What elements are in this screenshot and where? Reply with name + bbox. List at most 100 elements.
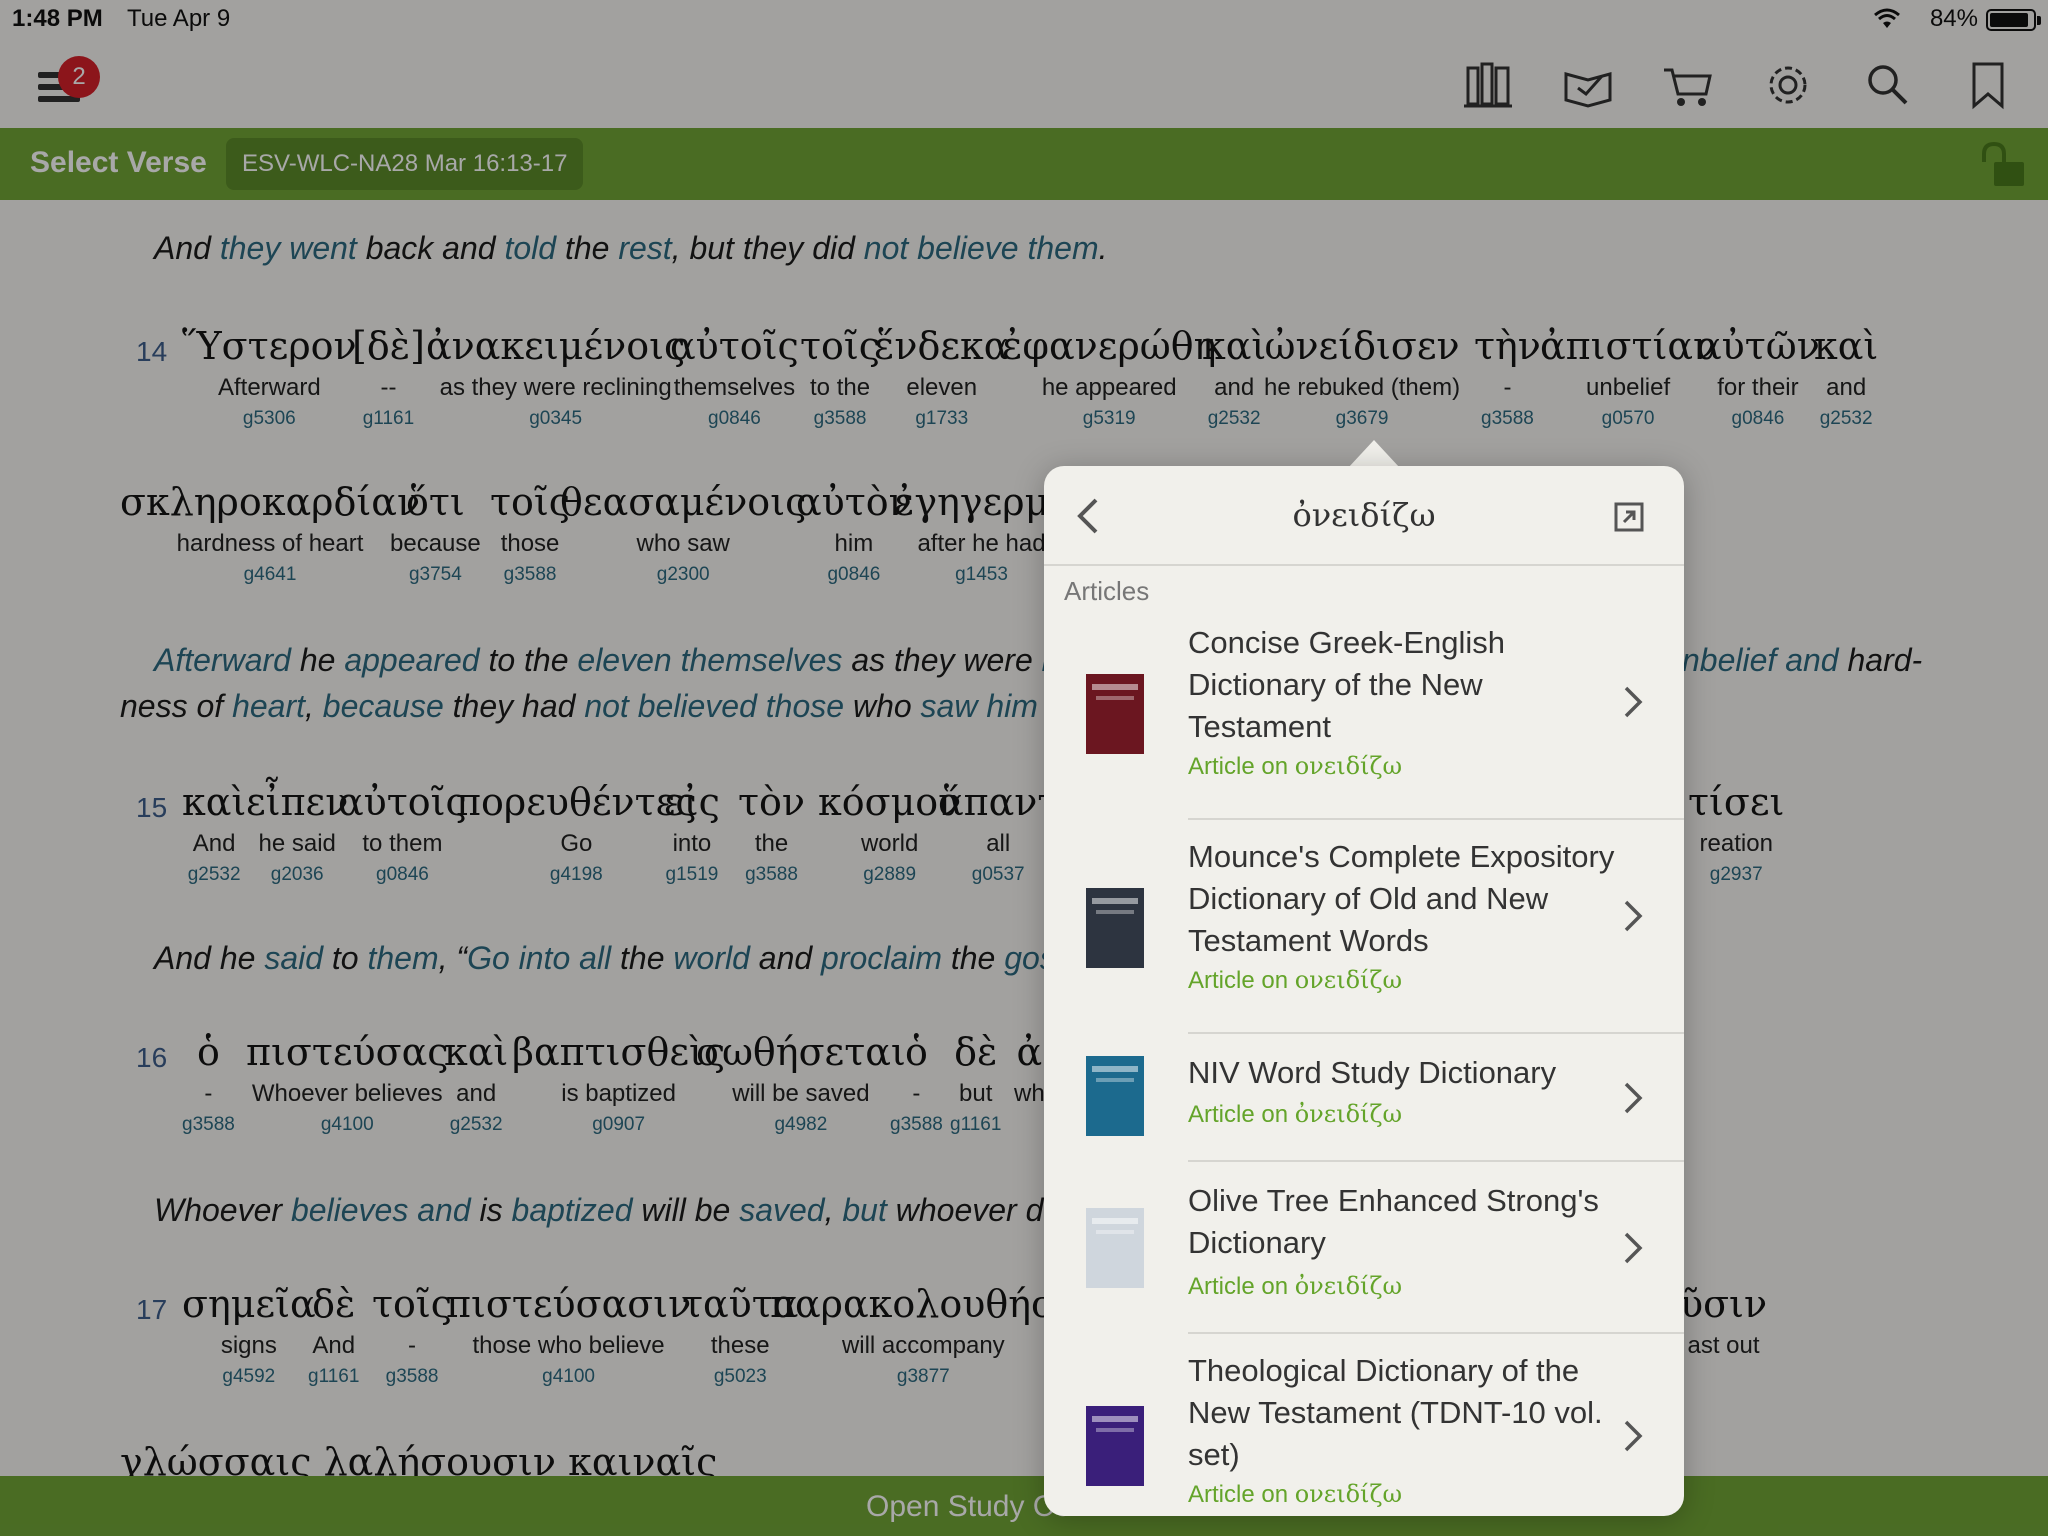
verse-number[interactable]: 17 <box>136 1294 167 1326</box>
greek-word[interactable]: αὐτῶν for their g0846 <box>1696 324 1820 430</box>
greek-word[interactable]: καὶ and g2532 <box>444 1030 508 1136</box>
greek-word[interactable]: σημεῖα signs g4592 <box>182 1282 316 1388</box>
greek-text: σημεῖα <box>182 1282 316 1326</box>
greek-word[interactable]: ὠνείδισεν he rebuked (them) g3679 <box>1264 324 1460 430</box>
greek-word[interactable]: δὲ And g1161 <box>308 1282 359 1388</box>
linked-word[interactable]: baptized <box>512 1192 633 1228</box>
article-row[interactable]: Mounce's Complete Expository Dictionary … <box>1044 820 1684 1034</box>
greek-word[interactable]: θεασαμένοις who saw g2300 <box>560 480 806 586</box>
strongs-number: g2036 <box>270 864 324 885</box>
linked-word[interactable]: eleven themselves <box>577 642 842 678</box>
greek-word[interactable]: καὶ And g2532 <box>182 780 246 886</box>
verse-number[interactable]: 16 <box>136 1042 167 1074</box>
article-title: Olive Tree Enhanced Strong's Dictionary <box>1188 1183 1599 1260</box>
linked-word[interactable]: Go into all <box>467 940 611 976</box>
greek-word[interactable]: ῦσιν ast out <box>1680 1282 1767 1366</box>
greek-word[interactable]: αὐτοῖς themselves g0846 <box>670 324 799 430</box>
greek-word[interactable]: [δὲ] -- g1161 <box>352 324 425 430</box>
greek-word[interactable]: πιστεύσασιν those who believe g4100 <box>446 1282 691 1388</box>
greek-word[interactable]: ἐφανερώθη he appeared g5319 <box>1002 324 1216 430</box>
greek-word[interactable]: τὸν the g3588 <box>738 780 805 886</box>
linked-word[interactable]: Afterward <box>154 642 291 678</box>
english-verse-16: Whoever believes and is baptized will be… <box>154 1192 1095 1229</box>
greek-text: τοῖς <box>490 480 571 524</box>
linked-word[interactable]: said <box>264 940 323 976</box>
cart-icon[interactable] <box>1662 60 1714 110</box>
greek-word[interactable]: πορευθέντες Go g4198 <box>456 780 697 886</box>
greek-word[interactable]: αὐτοῖς to them g0846 <box>338 780 467 886</box>
greek-word[interactable]: ἀπιστίαν unbelief g0570 <box>1540 324 1716 430</box>
linked-word[interactable]: they went <box>220 230 357 266</box>
linked-word[interactable]: told <box>504 230 556 266</box>
strongs-number: g5306 <box>242 408 296 429</box>
chevron-right-icon <box>1624 1082 1643 1114</box>
greek-word[interactable]: τοῖς to the g3588 <box>800 324 880 430</box>
greek-word[interactable]: ὅτι because g3754 <box>390 480 481 586</box>
greek-word[interactable]: εἶπεν he said g2036 <box>246 780 348 886</box>
greek-word[interactable]: εἰς into g1519 <box>664 780 720 886</box>
greek-word[interactable]: καὶ and g2532 <box>1814 324 1878 430</box>
open-study-center-bar[interactable]: Open Study Ce <box>0 1476 2048 1536</box>
english-text: , “ <box>438 940 468 976</box>
unlock-icon[interactable] <box>1980 142 2030 188</box>
greek-word[interactable]: βαπτισθεὶς is baptized g0907 <box>512 1030 725 1136</box>
bookmark-icon[interactable] <box>1962 60 2014 110</box>
verse-number[interactable]: 14 <box>136 336 167 368</box>
gloss-text: - <box>1503 374 1512 401</box>
greek-word[interactable]: σωθήσεται will be saved g4982 <box>696 1030 906 1136</box>
reading-plan-icon[interactable] <box>1562 60 1614 110</box>
greek-word[interactable]: Ὕστερον Afterward g5306 <box>182 324 357 430</box>
linked-word[interactable]: saw him <box>921 688 1038 724</box>
linked-word[interactable]: because <box>323 688 444 724</box>
linked-word[interactable]: rest <box>618 230 671 266</box>
article-row[interactable]: NIV Word Study Dictionary Article on ὀνει… <box>1044 1034 1684 1162</box>
verse-number[interactable]: 15 <box>136 792 167 824</box>
linked-word[interactable]: appeared <box>344 642 479 678</box>
greek-word[interactable]: τὴν - g3588 <box>1474 324 1541 430</box>
greek-word[interactable]: ἀνακειμένοις as they were reclining g0345 <box>426 324 685 430</box>
linked-word[interactable]: world <box>673 940 749 976</box>
settings-gear-icon[interactable] <box>1762 60 1814 110</box>
greek-word[interactable]: δὲ but g1161 <box>950 1030 1001 1136</box>
linked-word[interactable]: saved <box>739 1192 824 1228</box>
greek-word[interactable]: ἀ wh <box>1014 1030 1045 1114</box>
greek-word[interactable]: παρακολουθήσε will accompany g3877 <box>770 1282 1077 1388</box>
gloss-text: ast out <box>1687 1332 1760 1359</box>
linked-word[interactable]: them <box>367 940 438 976</box>
library-icon[interactable] <box>1462 60 1514 110</box>
greek-word[interactable]: τίσει reation g2937 <box>1688 780 1784 886</box>
greek-word[interactable]: σκληροκαρδίαν hardness of heart g4641 <box>120 480 420 586</box>
select-verse-button[interactable]: Select Verse <box>30 146 207 180</box>
linked-word[interactable]: nbelief and <box>1682 642 1839 678</box>
linked-word[interactable]: not believed those <box>584 688 844 724</box>
strongs-number: g1161 <box>950 1114 1002 1135</box>
linked-word[interactable]: heart <box>232 688 305 724</box>
gloss-text: and <box>1826 374 1867 401</box>
article-row[interactable]: Olive Tree Enhanced Strong's Dictionary A… <box>1044 1162 1684 1334</box>
strongs-number: g1453 <box>955 564 1008 585</box>
linked-word[interactable]: but <box>842 1192 886 1228</box>
greek-word[interactable]: ἐγηγερμέ after he had g1453 <box>894 480 1069 586</box>
greek-word[interactable]: τοῖς those g3588 <box>490 480 570 586</box>
search-icon[interactable] <box>1862 60 1914 110</box>
article-row[interactable]: Concise Greek-English Dictionary of the … <box>1044 606 1684 820</box>
strongs-number: g1161 <box>362 408 415 429</box>
strongs-number: g0537 <box>971 864 1025 885</box>
reference-pill[interactable]: ESV-WLC-NA28 Mar 16:13-17 <box>226 138 584 190</box>
gloss-text: to them <box>362 830 443 857</box>
linked-word[interactable]: not believe them <box>864 230 1099 266</box>
linked-word[interactable]: proclaim <box>821 940 942 976</box>
greek-word[interactable]: ὁ - g3588 <box>182 1030 235 1136</box>
expand-icon[interactable] <box>1614 502 1644 532</box>
greek-word[interactable]: ἅπαντ all g0537 <box>938 780 1058 886</box>
greek-word[interactable]: ἕνδεκα eleven g1733 <box>874 324 1009 430</box>
greek-text: αὐτοῖς <box>338 780 467 824</box>
linked-word[interactable]: believes and <box>291 1192 471 1228</box>
greek-word[interactable]: γλώσσαις λαλήσουσιν καιναῖς <box>120 1440 717 1476</box>
article-row[interactable]: Theological Dictionary of the New Testam… <box>1044 1334 1684 1516</box>
greek-word[interactable]: τοῖς - g3588 <box>372 1282 452 1388</box>
greek-word[interactable]: πιστεύσας Whoever believes g4100 <box>246 1030 449 1136</box>
greek-word[interactable]: καὶ and g2532 <box>1202 324 1266 430</box>
greek-word[interactable]: ὁ - g3588 <box>890 1030 943 1136</box>
status-time: 1:48 PM <box>12 5 103 32</box>
